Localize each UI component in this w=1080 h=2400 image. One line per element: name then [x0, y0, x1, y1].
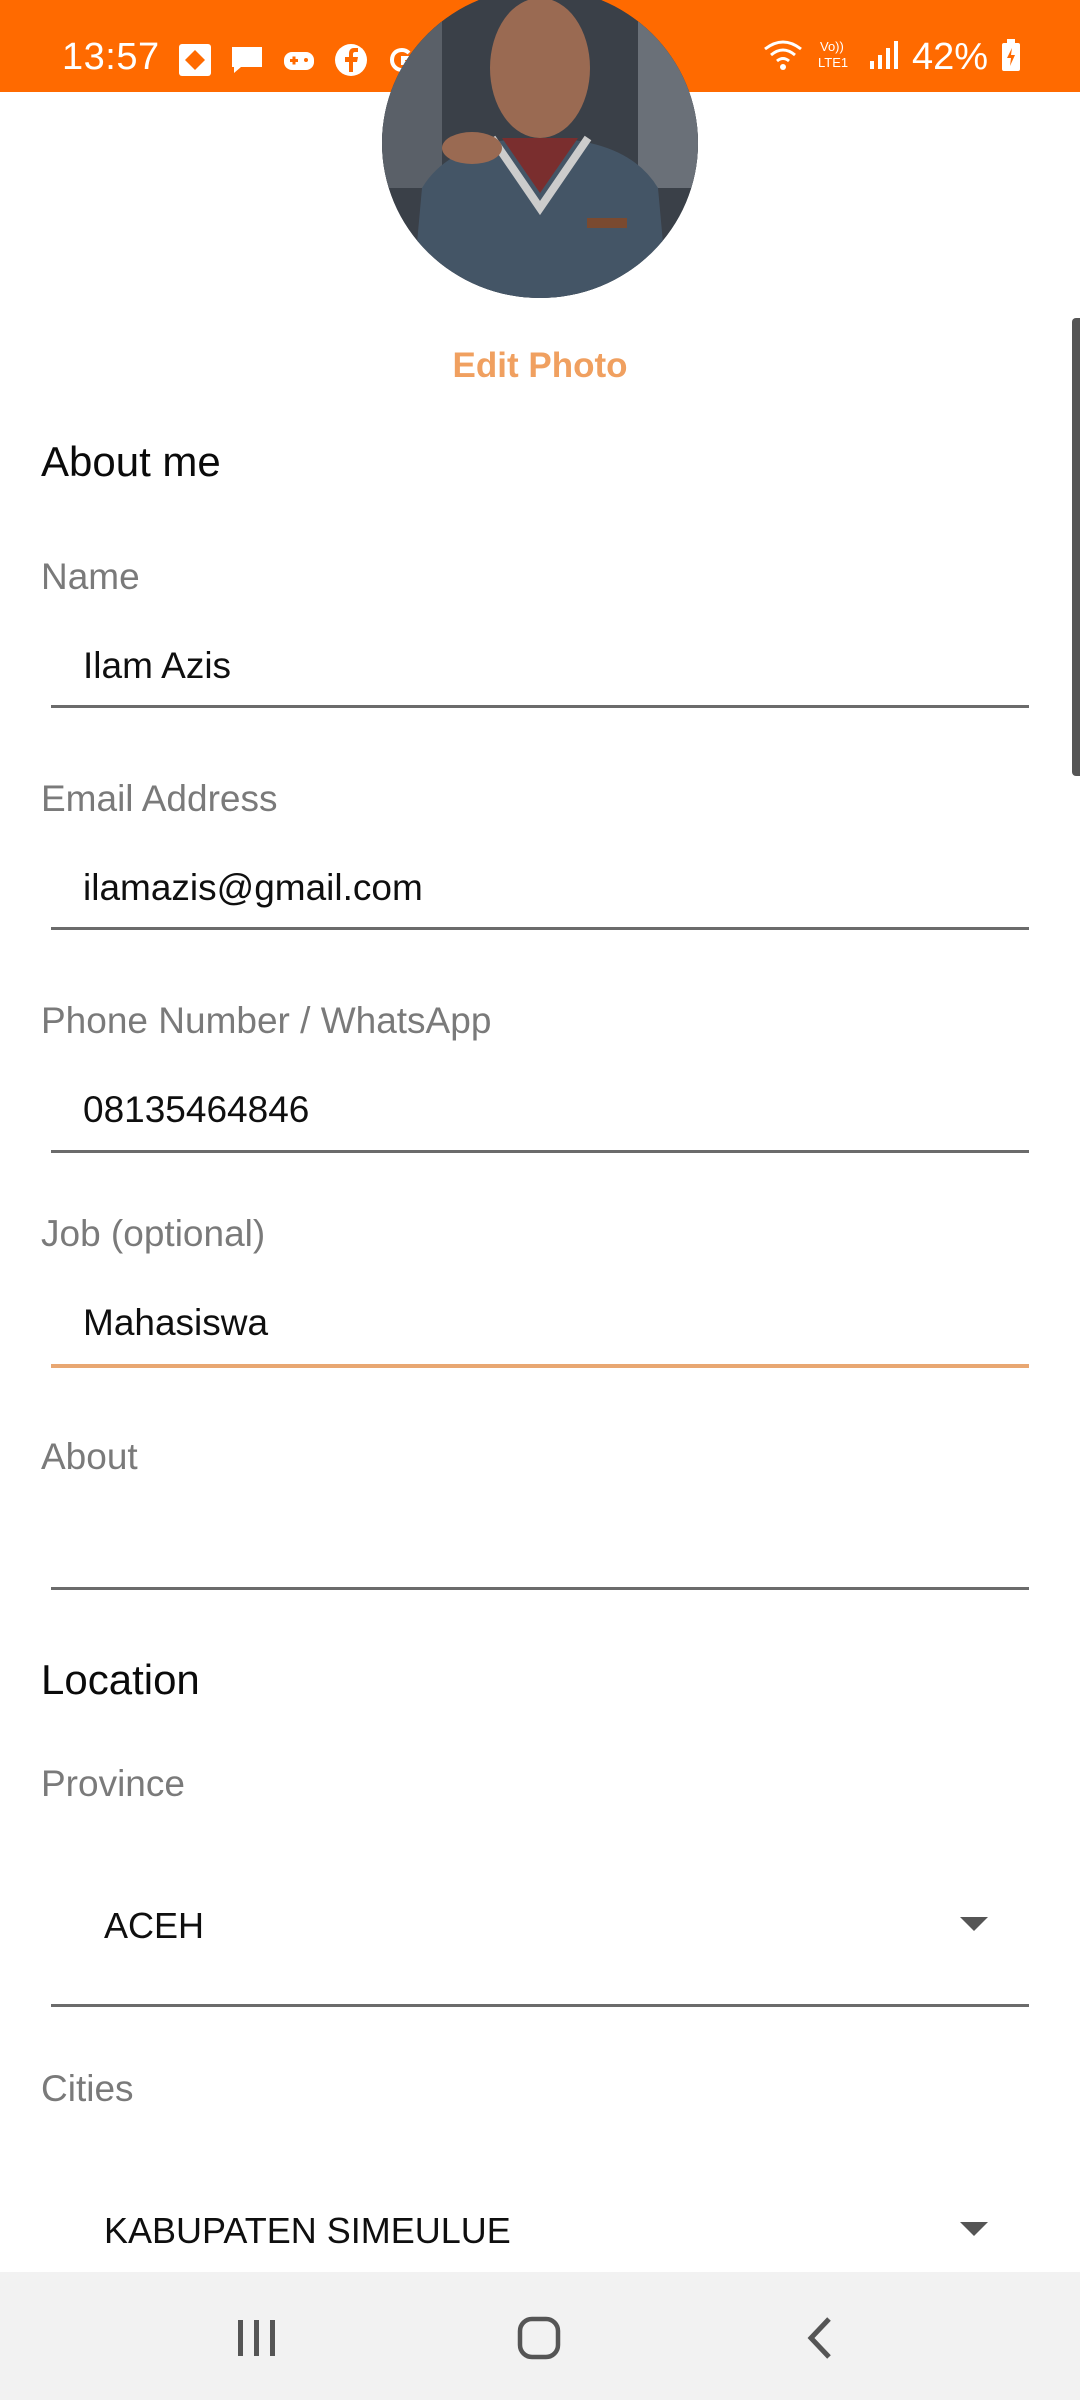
province-dropdown[interactable]: ACEH: [104, 1905, 204, 1947]
job-field-underline: [51, 1364, 1029, 1368]
profile-photo[interactable]: [382, 0, 698, 298]
location-section-title: Location: [41, 1656, 200, 1703]
province-label: Province: [41, 1763, 185, 1804]
about-label: About: [41, 1436, 138, 1477]
recent-apps-icon[interactable]: [212, 2298, 302, 2378]
back-icon[interactable]: [776, 2298, 866, 2378]
cities-label: Cities: [41, 2068, 134, 2109]
email-field[interactable]: ilamazis@gmail.com: [83, 867, 423, 909]
gallery-icon: [176, 41, 214, 79]
phone-field[interactable]: 08135464846: [83, 1089, 309, 1131]
province-chevron-down-icon[interactable]: [960, 1917, 988, 1931]
about-field-underline: [51, 1587, 1029, 1590]
phone-field-underline: [51, 1150, 1029, 1153]
email-label: Email Address: [41, 778, 278, 819]
edit-photo-button[interactable]: Edit Photo: [0, 346, 1080, 386]
facebook-icon: [332, 41, 370, 79]
battery-icon: [1000, 37, 1022, 78]
signal-icon: [868, 37, 900, 78]
scrollbar[interactable]: [1072, 318, 1080, 776]
gamepad-icon: [280, 41, 318, 79]
wifi-icon: [762, 37, 804, 78]
name-label: Name: [41, 556, 140, 597]
name-field-underline: [51, 705, 1029, 708]
job-field[interactable]: Mahasiswa: [83, 1302, 268, 1344]
message-icon: [228, 41, 266, 79]
status-right: Vo)) LTE1 42%: [762, 36, 1022, 79]
about-section-title: About me: [41, 438, 221, 485]
name-field[interactable]: Ilam Azis: [83, 645, 231, 687]
svg-text:LTE1: LTE1: [818, 55, 848, 70]
email-field-underline: [51, 927, 1029, 930]
phone-label: Phone Number / WhatsApp: [41, 1000, 492, 1041]
svg-text:Vo)): Vo)): [820, 39, 844, 54]
cities-chevron-down-icon[interactable]: [960, 2222, 988, 2236]
cities-dropdown[interactable]: KABUPATEN SIMEULUE: [104, 2210, 511, 2252]
province-underline: [51, 2004, 1029, 2007]
battery-percent: 42%: [911, 36, 988, 78]
navigation-bar: [0, 2272, 1080, 2400]
volte-icon: Vo)) LTE1: [816, 37, 856, 78]
job-label: Job (optional): [41, 1213, 266, 1254]
home-icon[interactable]: [494, 2298, 584, 2378]
status-time: 13:57: [62, 36, 160, 78]
